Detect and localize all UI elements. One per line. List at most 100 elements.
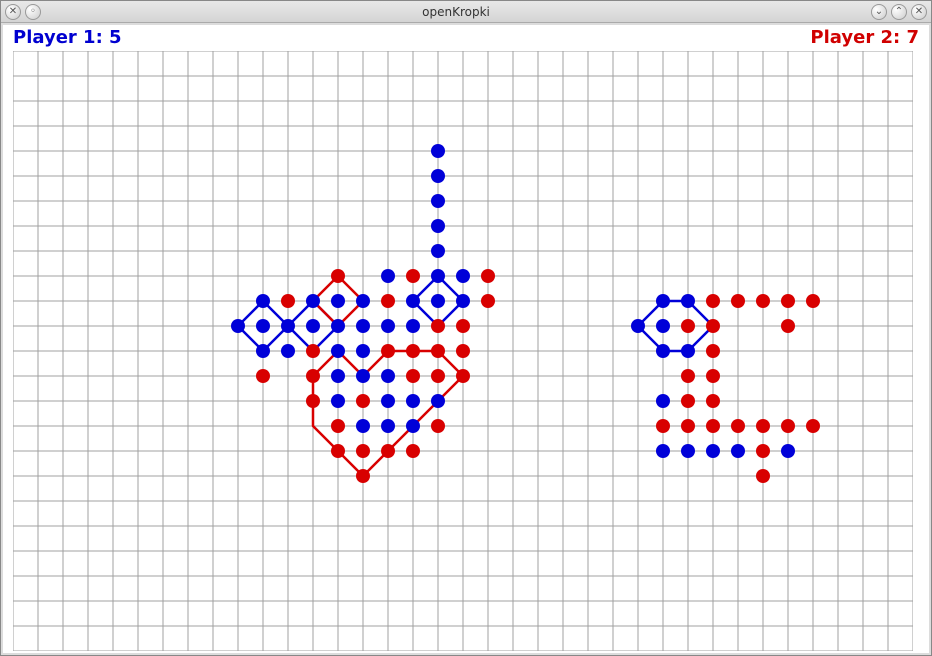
dot [706, 319, 720, 333]
dot [681, 419, 695, 433]
dot [356, 394, 370, 408]
p1-label: Player 1: [13, 27, 103, 48]
dot [356, 419, 370, 433]
dot [706, 294, 720, 308]
dot [331, 294, 345, 308]
dot [706, 394, 720, 408]
dot [756, 444, 770, 458]
player2-score: Player 2: 7 [810, 27, 919, 48]
dot [456, 369, 470, 383]
dot [431, 344, 445, 358]
dot [456, 294, 470, 308]
dot [356, 469, 370, 483]
dot [356, 294, 370, 308]
dot [406, 444, 420, 458]
dot [781, 319, 795, 333]
dot [731, 294, 745, 308]
scorebar: Player 1: 5 Player 2: 7 [3, 25, 929, 48]
dot [656, 419, 670, 433]
dot [331, 344, 345, 358]
dot [431, 294, 445, 308]
dot [656, 294, 670, 308]
titlebar: ✕ ◦ openKropki ⌄ ⌃ ✕ [1, 1, 931, 23]
dot [256, 294, 270, 308]
maximize-icon[interactable]: ⌃ [891, 4, 907, 20]
dot [706, 369, 720, 383]
dot [731, 444, 745, 458]
dot [406, 369, 420, 383]
dot [431, 194, 445, 208]
dot [706, 444, 720, 458]
dot [331, 369, 345, 383]
dot [306, 394, 320, 408]
dot [431, 169, 445, 183]
dot [381, 394, 395, 408]
dot [256, 369, 270, 383]
sticky-icon[interactable]: ◦ [25, 4, 41, 20]
dot [731, 419, 745, 433]
dot [431, 244, 445, 258]
dot [356, 344, 370, 358]
dot [231, 319, 245, 333]
dot [806, 419, 820, 433]
dot [656, 319, 670, 333]
dot [406, 319, 420, 333]
window-title: openKropki [41, 5, 871, 19]
dot [406, 419, 420, 433]
dot [331, 269, 345, 283]
dot [356, 319, 370, 333]
dot [431, 219, 445, 233]
dot [781, 444, 795, 458]
dot [706, 344, 720, 358]
dot [381, 369, 395, 383]
dot [381, 319, 395, 333]
dot [281, 319, 295, 333]
board-container [13, 51, 919, 643]
dot [331, 444, 345, 458]
dot [256, 319, 270, 333]
dot [456, 344, 470, 358]
dot [431, 419, 445, 433]
dot [756, 469, 770, 483]
dot [456, 319, 470, 333]
dot [331, 394, 345, 408]
dot [356, 444, 370, 458]
p2-value: 7 [906, 27, 919, 48]
dot [431, 269, 445, 283]
dot [281, 344, 295, 358]
dot [306, 294, 320, 308]
game-board[interactable] [13, 51, 913, 651]
dot [481, 294, 495, 308]
dot [656, 394, 670, 408]
dot [681, 294, 695, 308]
dot [631, 319, 645, 333]
close-icon[interactable]: ✕ [911, 4, 927, 20]
app-window: ✕ ◦ openKropki ⌄ ⌃ ✕ Player 1: 5 Player … [0, 0, 932, 656]
content-area: Player 1: 5 Player 2: 7 [3, 25, 929, 653]
dot [306, 369, 320, 383]
dot [806, 294, 820, 308]
dot [331, 319, 345, 333]
dot [756, 294, 770, 308]
dot [706, 419, 720, 433]
dot [281, 294, 295, 308]
dot [781, 419, 795, 433]
dot [381, 294, 395, 308]
dot [306, 344, 320, 358]
dot [681, 369, 695, 383]
dot [256, 344, 270, 358]
system-menu-icon[interactable]: ✕ [5, 4, 21, 20]
dot [406, 269, 420, 283]
dot [381, 419, 395, 433]
dot [431, 144, 445, 158]
minimize-icon[interactable]: ⌄ [871, 4, 887, 20]
dot [681, 444, 695, 458]
dot [406, 344, 420, 358]
dot [456, 269, 470, 283]
dot [481, 269, 495, 283]
dot [406, 394, 420, 408]
dot [356, 369, 370, 383]
p2-label: Player 2: [810, 27, 900, 48]
player1-score: Player 1: 5 [13, 27, 122, 48]
dot [781, 294, 795, 308]
